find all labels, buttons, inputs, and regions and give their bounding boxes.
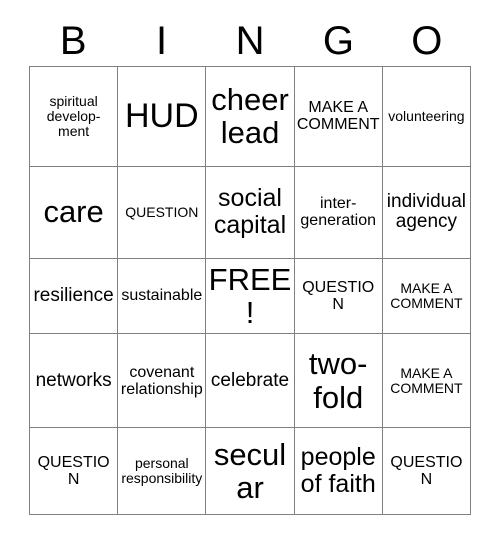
bingo-cell-label: inter-generation: [300, 194, 377, 230]
bingo-cell-o5[interactable]: QUESTION: [382, 428, 472, 516]
bingo-cell-o3[interactable]: MAKE A COMMENT: [382, 258, 472, 335]
bingo-row: resilience sustainable FREE! QUESTION MA…: [30, 258, 472, 335]
bingo-cell-label: covenant relationship: [120, 363, 203, 398]
bingo-cell-label: QUESTION: [302, 278, 375, 313]
bingo-cell-g5[interactable]: people of faith: [294, 428, 383, 516]
bingo-cell-label: sustainable: [121, 287, 203, 305]
bingo-cell-i5[interactable]: personal responsibility: [118, 428, 207, 516]
bingo-header: B I N G O: [29, 16, 471, 66]
bingo-header-letter-o: O: [411, 19, 443, 63]
bingo-cell-o4[interactable]: MAKE A COMMENT: [382, 334, 472, 429]
bingo-cell-g1[interactable]: MAKE A COMMENT: [294, 67, 383, 167]
bingo-row: care QUESTION social capital inter-gener…: [30, 166, 472, 259]
bingo-cell-b3[interactable]: resilience: [30, 258, 119, 335]
bingo-cell-b5[interactable]: QUESTION: [30, 428, 119, 516]
bingo-header-letter-i: I: [156, 19, 168, 63]
bingo-cell-label: spiritual develop-ment: [46, 92, 101, 139]
bingo-cell-label: MAKE A COMMENT: [390, 364, 463, 396]
bingo-cell-i4[interactable]: covenant relationship: [118, 334, 207, 429]
bingo-card: B I N G O spiritual develop-ment HUD che…: [0, 0, 500, 544]
bingo-cell-i2[interactable]: QUESTION: [118, 166, 207, 259]
bingo-cell-label: volunteering: [388, 107, 465, 124]
bingo-cell-label: FREE!: [208, 261, 292, 330]
bingo-cell-label: HUD: [124, 97, 199, 136]
bingo-cell-label: MAKE A COMMENT: [390, 279, 463, 311]
bingo-cell-label: individual agency: [386, 190, 467, 233]
bingo-cell-label: two-fold: [308, 346, 368, 415]
bingo-cell-label: celebrate: [210, 369, 290, 391]
bingo-cell-o2[interactable]: individual agency: [382, 166, 472, 259]
bingo-cell-label: resilience: [33, 284, 114, 306]
bingo-cell-g3[interactable]: QUESTION: [294, 258, 383, 335]
bingo-header-letter-b: B: [59, 19, 87, 63]
bingo-cell-n5[interactable]: secular: [206, 428, 295, 516]
bingo-cell-label: networks: [35, 369, 112, 391]
bingo-row: spiritual develop-ment HUD cheer lead MA…: [30, 67, 472, 167]
bingo-cell-label: people of faith: [300, 443, 376, 499]
bingo-cell-b1[interactable]: spiritual develop-ment: [30, 67, 119, 167]
bingo-cell-i3[interactable]: sustainable: [118, 258, 207, 335]
bingo-cell-label: social capital: [213, 184, 287, 240]
bingo-cell-g4[interactable]: two-fold: [294, 334, 383, 429]
bingo-cell-label: cheer lead: [211, 81, 289, 151]
bingo-cell-n4[interactable]: celebrate: [206, 334, 295, 429]
bingo-cell-label: QUESTION: [37, 453, 110, 489]
bingo-cell-b2[interactable]: care: [30, 166, 119, 259]
bingo-header-letter-n: N: [235, 19, 265, 63]
bingo-row: networks covenant relationship celebrate…: [30, 334, 472, 429]
bingo-cell-free-space[interactable]: FREE!: [206, 258, 295, 335]
bingo-cell-label: MAKE A COMMENT: [296, 99, 380, 134]
bingo-grid: spiritual develop-ment HUD cheer lead MA…: [29, 66, 472, 516]
bingo-cell-g2[interactable]: inter-generation: [294, 166, 383, 259]
bingo-cell-label: QUESTION: [125, 203, 199, 220]
bingo-row: QUESTION personal responsibility secular…: [30, 428, 472, 516]
bingo-header-letter-g: G: [322, 19, 354, 63]
bingo-cell-b4[interactable]: networks: [30, 334, 119, 429]
bingo-cell-n2[interactable]: social capital: [206, 166, 295, 259]
bingo-cell-label: personal responsibility: [121, 455, 203, 487]
bingo-cell-label: secular: [213, 436, 287, 506]
bingo-cell-o1[interactable]: volunteering: [382, 67, 472, 167]
bingo-cell-label: QUESTION: [390, 453, 463, 489]
bingo-cell-i1[interactable]: HUD: [118, 67, 207, 167]
bingo-cell-n1[interactable]: cheer lead: [206, 67, 295, 167]
bingo-cell-label: care: [43, 194, 104, 230]
